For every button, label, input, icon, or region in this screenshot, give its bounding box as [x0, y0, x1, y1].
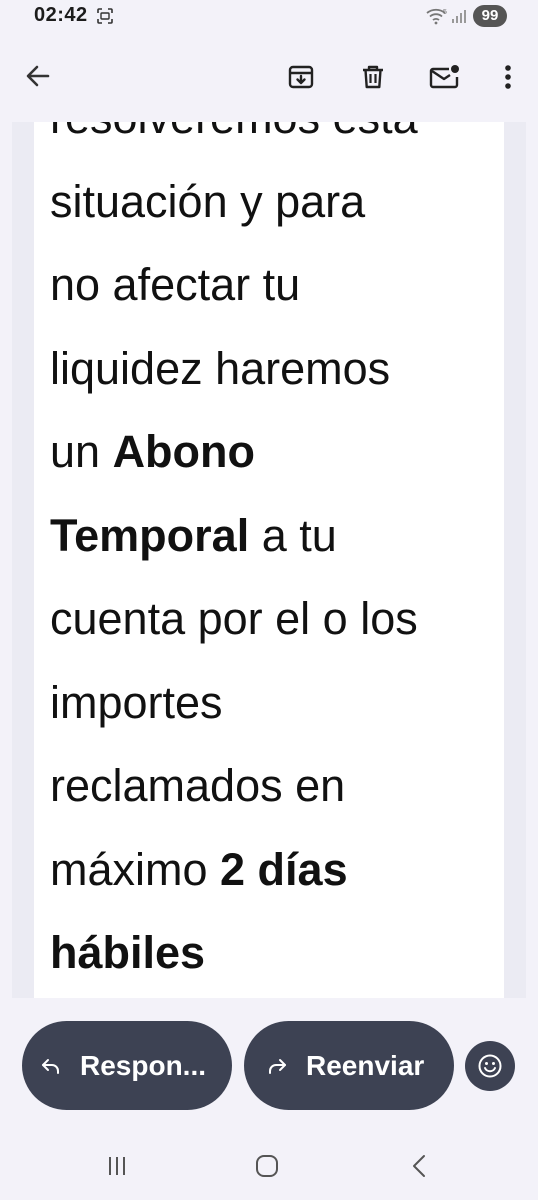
forward-button[interactable]: Reenviar — [244, 1021, 454, 1110]
svg-text:5: 5 — [443, 9, 447, 16]
forward-arrow-icon — [264, 1053, 290, 1079]
delete-button[interactable] — [353, 57, 393, 97]
partial-line: resolveremos esta — [50, 122, 418, 143]
back-button[interactable] — [18, 56, 58, 96]
text-segment: situación y para — [50, 175, 366, 227]
email-body-text: resolveremos esta situación y para no afec… — [50, 122, 500, 995]
recents-button[interactable] — [97, 1148, 137, 1184]
reply-button[interactable]: Respon... — [22, 1021, 232, 1110]
reply-arrow-icon — [38, 1053, 64, 1079]
archive-button[interactable] — [281, 57, 321, 97]
back-chevron-icon — [413, 1155, 425, 1177]
recents-icon — [109, 1157, 125, 1175]
app-bar — [0, 34, 538, 122]
text-segment: a tu — [249, 509, 337, 561]
text-segment: máximo — [50, 843, 221, 895]
action-bar: Respon... Reenviar — [0, 998, 538, 1128]
home-icon — [256, 1155, 278, 1177]
text-segment: no afectar tu — [50, 259, 301, 310]
more-options-button[interactable] — [488, 57, 528, 97]
smiley-icon — [478, 1054, 502, 1078]
text-segment: reclamados en — [50, 760, 346, 811]
emoji-reaction-button[interactable] — [465, 1041, 515, 1091]
trash-icon — [363, 65, 383, 89]
bold-segment: 2 días — [220, 843, 348, 895]
signal-icon — [450, 8, 468, 24]
bold-segment: hábiles — [50, 927, 206, 978]
wifi-icon: 5 — [426, 7, 448, 25]
more-vert-icon — [505, 65, 511, 89]
mark-unread-icon — [429, 65, 459, 89]
nav-back-button[interactable] — [399, 1148, 439, 1184]
email-content-area[interactable]: resolveremos esta situación y para no afec… — [12, 122, 526, 998]
system-nav-bar — [0, 1128, 538, 1200]
status-time: 02:42 — [34, 4, 88, 26]
back-arrow-icon — [26, 65, 50, 87]
text-segment: importes — [50, 676, 223, 728]
bold-segment: Temporal — [50, 509, 250, 561]
screenshot-icon — [96, 7, 114, 25]
archive-icon — [288, 65, 314, 89]
text-segment: liquidez haremos — [50, 342, 391, 394]
status-bar: 02:42 5 99 — [0, 0, 538, 34]
mark-unread-button[interactable] — [425, 57, 465, 97]
email-body-card: resolveremos esta situación y para no afec… — [34, 122, 504, 998]
home-button[interactable] — [247, 1148, 287, 1184]
text-segment: un — [50, 426, 113, 477]
forward-label: Reenviar — [306, 1049, 425, 1081]
battery-badge: 99 — [473, 5, 507, 27]
reply-label: Respon... — [80, 1049, 207, 1081]
text-segment: cuenta por el o los — [50, 593, 418, 644]
bold-segment: Abono — [112, 426, 256, 477]
